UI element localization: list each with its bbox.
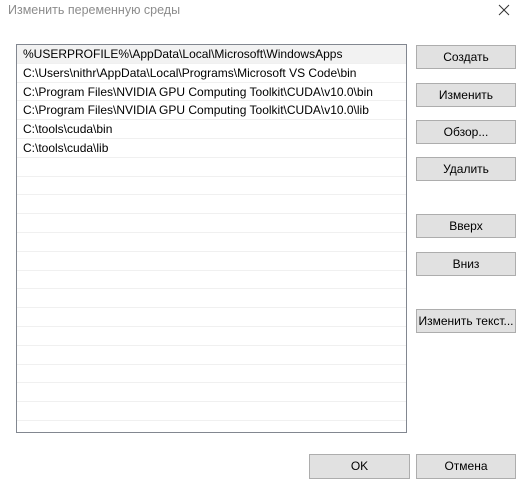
empty-row[interactable] <box>17 308 406 327</box>
empty-row[interactable] <box>17 289 406 309</box>
edit-text-button[interactable]: Изменить текст... <box>416 309 516 333</box>
move-down-button[interactable]: Вниз <box>416 252 516 276</box>
empty-row[interactable] <box>17 271 406 290</box>
path-listbox[interactable]: %USERPROFILE%\AppData\Local\Microsoft\Wi… <box>16 44 407 433</box>
list-item[interactable]: C:\Program Files\NVIDIA GPU Computing To… <box>17 83 406 102</box>
empty-row[interactable] <box>17 421 406 432</box>
cancel-button[interactable]: Отмена <box>416 454 516 479</box>
create-button[interactable]: Создать <box>416 45 516 69</box>
list-item[interactable]: %USERPROFILE%\AppData\Local\Microsoft\Wi… <box>17 45 406 64</box>
empty-row[interactable] <box>17 365 406 384</box>
empty-row[interactable] <box>17 346 406 365</box>
empty-row[interactable] <box>17 383 406 403</box>
empty-row[interactable] <box>17 327 406 346</box>
move-up-button[interactable]: Вверх <box>416 214 516 238</box>
empty-row[interactable] <box>17 402 406 421</box>
empty-row[interactable] <box>17 214 406 233</box>
close-icon[interactable] <box>496 2 512 18</box>
empty-row[interactable] <box>17 195 406 215</box>
list-item[interactable]: C:\Users\nithr\AppData\Local\Programs\Mi… <box>17 64 406 83</box>
dialog-title: Изменить переменную среды <box>8 3 181 17</box>
empty-row[interactable] <box>17 252 406 271</box>
browse-button[interactable]: Обзор... <box>416 120 516 144</box>
ok-button[interactable]: OK <box>309 454 410 479</box>
empty-row[interactable] <box>17 233 406 252</box>
empty-row[interactable] <box>17 158 406 177</box>
list-item[interactable]: C:\tools\cuda\bin <box>17 120 406 139</box>
empty-row[interactable] <box>17 177 406 196</box>
delete-button[interactable]: Удалить <box>416 157 516 181</box>
list-item[interactable]: C:\tools\cuda\lib <box>17 139 406 158</box>
list-item[interactable]: C:\Program Files\NVIDIA GPU Computing To… <box>17 101 406 121</box>
edit-button[interactable]: Изменить <box>416 83 516 107</box>
